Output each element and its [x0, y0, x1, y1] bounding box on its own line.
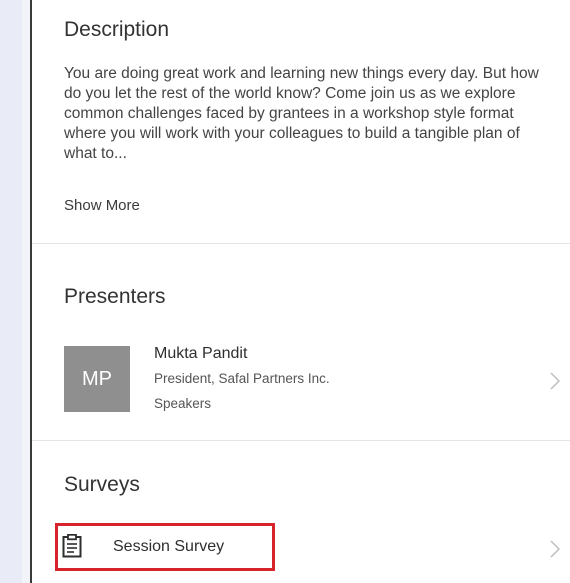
session-survey-item[interactable]: Session Survey [32, 518, 570, 580]
background-strip [0, 0, 22, 583]
clipboard-icon [62, 534, 82, 558]
presenter-category: Speakers [154, 396, 212, 411]
presenter-row[interactable]: MP Mukta Pandit President, Safal Partner… [32, 338, 570, 424]
presenters-heading: Presenters [64, 285, 166, 308]
divider [32, 440, 570, 441]
avatar: MP [64, 346, 130, 412]
show-more-link[interactable]: Show More [64, 197, 140, 214]
session-detail-panel: Description You are doing great work and… [30, 0, 570, 583]
presenter-name: Mukta Pandit [154, 345, 248, 362]
presenter-role: President, Safal Partners Inc. [154, 371, 330, 386]
description-heading: Description [64, 18, 170, 41]
chevron-right-icon[interactable] [550, 540, 560, 558]
session-survey-label: Session Survey [113, 538, 225, 555]
surveys-heading: Surveys [64, 473, 140, 496]
divider [32, 243, 570, 244]
description-text: You are doing great work and learning ne… [64, 65, 539, 162]
screen: Description You are doing great work and… [0, 0, 570, 583]
chevron-right-icon[interactable] [550, 372, 560, 390]
